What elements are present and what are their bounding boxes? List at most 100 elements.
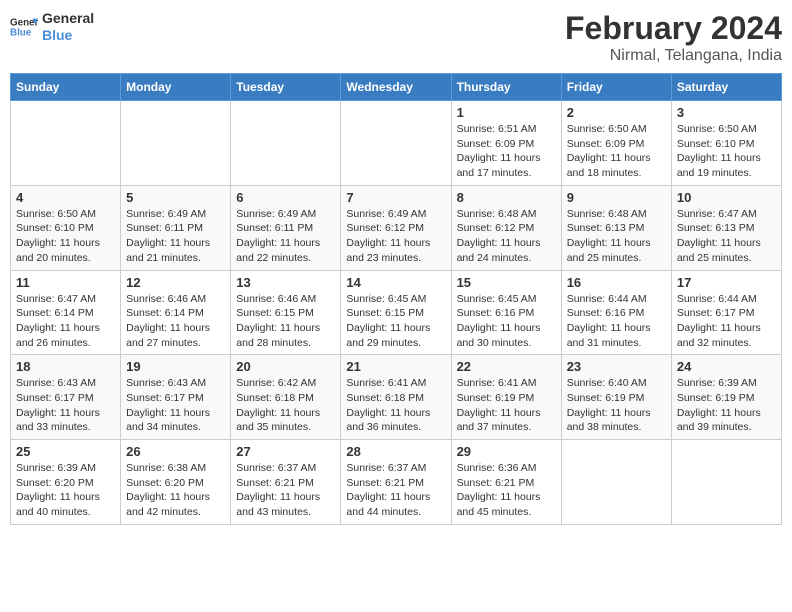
calendar-week-3: 11 Sunrise: 6:47 AM Sunset: 6:14 PM Dayli… (11, 270, 782, 355)
weekday-header-row: SundayMondayTuesdayWednesdayThursdayFrid… (11, 74, 782, 101)
day-number: 26 (126, 444, 225, 459)
day-info: Sunrise: 6:37 AM Sunset: 6:21 PM Dayligh… (346, 461, 445, 520)
calendar-cell: 13 Sunrise: 6:46 AM Sunset: 6:15 PM Dayli… (231, 270, 341, 355)
calendar-week-1: 1 Sunrise: 6:51 AM Sunset: 6:09 PM Daylig… (11, 101, 782, 186)
calendar-subtitle: Nirmal, Telangana, India (565, 47, 782, 65)
title-block: February 2024 Nirmal, Telangana, India (565, 10, 782, 65)
calendar-cell: 17Sunrise: 6:44 AM Sunset: 6:17 PM Dayli… (671, 270, 781, 355)
weekday-header-thursday: Thursday (451, 74, 561, 101)
calendar-body: 1 Sunrise: 6:51 AM Sunset: 6:09 PM Daylig… (11, 101, 782, 525)
calendar-cell (671, 440, 781, 525)
calendar-cell: 16Sunrise: 6:44 AM Sunset: 6:16 PM Dayli… (561, 270, 671, 355)
day-number: 16 (567, 275, 666, 290)
day-number: 21 (346, 359, 445, 374)
logo-blue: Blue (42, 27, 94, 44)
calendar-cell: 26 Sunrise: 6:38 AM Sunset: 6:20 PM Dayli… (121, 440, 231, 525)
day-number: 23 (567, 359, 666, 374)
day-info: Sunrise: 6:44 AM Sunset: 6:17 PM Dayligh… (677, 292, 776, 351)
calendar-cell: 21 Sunrise: 6:41 AM Sunset: 6:18 PM Dayli… (341, 355, 451, 440)
calendar-cell: 15 Sunrise: 6:45 AM Sunset: 6:16 PM Dayli… (451, 270, 561, 355)
day-number: 25 (16, 444, 115, 459)
day-number: 24 (677, 359, 776, 374)
day-info: Sunrise: 6:48 AM Sunset: 6:13 PM Dayligh… (567, 207, 666, 266)
calendar-cell: 14 Sunrise: 6:45 AM Sunset: 6:15 PM Dayli… (341, 270, 451, 355)
day-number: 11 (16, 275, 115, 290)
day-number: 13 (236, 275, 335, 290)
day-info: Sunrise: 6:39 AM Sunset: 6:19 PM Dayligh… (677, 376, 776, 435)
day-info: Sunrise: 6:47 AM Sunset: 6:14 PM Dayligh… (16, 292, 115, 351)
day-number: 8 (457, 190, 556, 205)
calendar-week-4: 18Sunrise: 6:43 AM Sunset: 6:17 PM Dayli… (11, 355, 782, 440)
day-info: Sunrise: 6:41 AM Sunset: 6:18 PM Dayligh… (346, 376, 445, 435)
day-info: Sunrise: 6:40 AM Sunset: 6:19 PM Dayligh… (567, 376, 666, 435)
day-info: Sunrise: 6:51 AM Sunset: 6:09 PM Dayligh… (457, 122, 556, 181)
calendar-cell: 4 Sunrise: 6:50 AM Sunset: 6:10 PM Daylig… (11, 185, 121, 270)
calendar-cell (231, 101, 341, 186)
day-info: Sunrise: 6:39 AM Sunset: 6:20 PM Dayligh… (16, 461, 115, 520)
calendar-title: February 2024 (565, 10, 782, 47)
day-number: 12 (126, 275, 225, 290)
day-info: Sunrise: 6:38 AM Sunset: 6:20 PM Dayligh… (126, 461, 225, 520)
calendar-cell: 7 Sunrise: 6:49 AM Sunset: 6:12 PM Daylig… (341, 185, 451, 270)
day-number: 15 (457, 275, 556, 290)
calendar-cell: 24 Sunrise: 6:39 AM Sunset: 6:19 PM Dayli… (671, 355, 781, 440)
calendar-cell: 12Sunrise: 6:46 AM Sunset: 6:14 PM Dayli… (121, 270, 231, 355)
svg-text:Blue: Blue (10, 27, 32, 38)
day-number: 14 (346, 275, 445, 290)
calendar-cell: 19Sunrise: 6:43 AM Sunset: 6:17 PM Dayli… (121, 355, 231, 440)
calendar-cell: 22 Sunrise: 6:41 AM Sunset: 6:19 PM Dayli… (451, 355, 561, 440)
day-number: 5 (126, 190, 225, 205)
day-number: 1 (457, 105, 556, 120)
day-number: 29 (457, 444, 556, 459)
day-info: Sunrise: 6:37 AM Sunset: 6:21 PM Dayligh… (236, 461, 335, 520)
calendar-cell: 9 Sunrise: 6:48 AM Sunset: 6:13 PM Daylig… (561, 185, 671, 270)
calendar-week-2: 4 Sunrise: 6:50 AM Sunset: 6:10 PM Daylig… (11, 185, 782, 270)
day-info: Sunrise: 6:49 AM Sunset: 6:11 PM Dayligh… (236, 207, 335, 266)
calendar-cell: 8 Sunrise: 6:48 AM Sunset: 6:12 PM Daylig… (451, 185, 561, 270)
day-number: 27 (236, 444, 335, 459)
calendar-cell: 10 Sunrise: 6:47 AM Sunset: 6:13 PM Dayli… (671, 185, 781, 270)
day-number: 10 (677, 190, 776, 205)
calendar-cell (11, 101, 121, 186)
day-number: 19 (126, 359, 225, 374)
day-number: 9 (567, 190, 666, 205)
day-info: Sunrise: 6:36 AM Sunset: 6:21 PM Dayligh… (457, 461, 556, 520)
day-info: Sunrise: 6:41 AM Sunset: 6:19 PM Dayligh… (457, 376, 556, 435)
day-info: Sunrise: 6:46 AM Sunset: 6:15 PM Dayligh… (236, 292, 335, 351)
logo: General Blue General Blue (10, 10, 94, 44)
weekday-header-friday: Friday (561, 74, 671, 101)
day-number: 22 (457, 359, 556, 374)
calendar-cell: 23 Sunrise: 6:40 AM Sunset: 6:19 PM Dayli… (561, 355, 671, 440)
day-number: 7 (346, 190, 445, 205)
calendar-cell: 11 Sunrise: 6:47 AM Sunset: 6:14 PM Dayli… (11, 270, 121, 355)
day-number: 20 (236, 359, 335, 374)
day-info: Sunrise: 6:45 AM Sunset: 6:16 PM Dayligh… (457, 292, 556, 351)
calendar-cell: 5Sunrise: 6:49 AM Sunset: 6:11 PM Daylig… (121, 185, 231, 270)
day-number: 3 (677, 105, 776, 120)
calendar-cell: 6Sunrise: 6:49 AM Sunset: 6:11 PM Daylig… (231, 185, 341, 270)
weekday-header-saturday: Saturday (671, 74, 781, 101)
logo-icon: General Blue (10, 13, 38, 41)
calendar-cell (341, 101, 451, 186)
calendar-cell: 18Sunrise: 6:43 AM Sunset: 6:17 PM Dayli… (11, 355, 121, 440)
calendar-week-5: 25 Sunrise: 6:39 AM Sunset: 6:20 PM Dayli… (11, 440, 782, 525)
day-info: Sunrise: 6:43 AM Sunset: 6:17 PM Dayligh… (16, 376, 115, 435)
day-info: Sunrise: 6:45 AM Sunset: 6:15 PM Dayligh… (346, 292, 445, 351)
day-info: Sunrise: 6:47 AM Sunset: 6:13 PM Dayligh… (677, 207, 776, 266)
day-number: 4 (16, 190, 115, 205)
weekday-header-wednesday: Wednesday (341, 74, 451, 101)
day-info: Sunrise: 6:48 AM Sunset: 6:12 PM Dayligh… (457, 207, 556, 266)
day-number: 28 (346, 444, 445, 459)
calendar-cell: 2Sunrise: 6:50 AM Sunset: 6:09 PM Daylig… (561, 101, 671, 186)
weekday-header-tuesday: Tuesday (231, 74, 341, 101)
calendar-cell: 20Sunrise: 6:42 AM Sunset: 6:18 PM Dayli… (231, 355, 341, 440)
header: General Blue General Blue February 2024 … (10, 10, 782, 65)
weekday-header-monday: Monday (121, 74, 231, 101)
calendar-cell: 1 Sunrise: 6:51 AM Sunset: 6:09 PM Daylig… (451, 101, 561, 186)
day-info: Sunrise: 6:49 AM Sunset: 6:12 PM Dayligh… (346, 207, 445, 266)
calendar-cell: 27 Sunrise: 6:37 AM Sunset: 6:21 PM Dayli… (231, 440, 341, 525)
calendar-cell: 29 Sunrise: 6:36 AM Sunset: 6:21 PM Dayli… (451, 440, 561, 525)
day-info: Sunrise: 6:50 AM Sunset: 6:09 PM Dayligh… (567, 122, 666, 181)
day-info: Sunrise: 6:50 AM Sunset: 6:10 PM Dayligh… (16, 207, 115, 266)
day-info: Sunrise: 6:50 AM Sunset: 6:10 PM Dayligh… (677, 122, 776, 181)
